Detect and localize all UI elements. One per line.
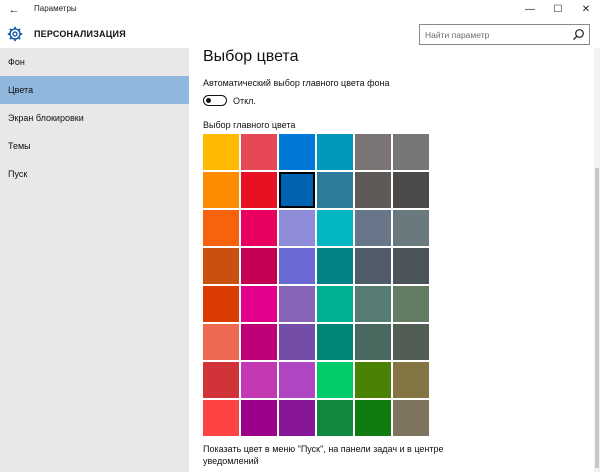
scrollbar-thumb[interactable] [595, 168, 599, 468]
color-swatch[interactable] [279, 248, 315, 284]
color-swatch[interactable] [317, 172, 353, 208]
sidebar-item-lock-screen[interactable]: Экран блокировки [0, 104, 189, 132]
show-color-option-label: Показать цвет в меню "Пуск", на панели з… [203, 444, 444, 466]
color-swatch[interactable] [241, 362, 277, 398]
section-title: Выбор цвета [203, 48, 299, 65]
color-swatch[interactable] [355, 286, 391, 322]
color-swatch[interactable] [279, 362, 315, 398]
color-swatch[interactable] [203, 134, 239, 170]
color-swatch[interactable] [393, 210, 429, 246]
gear-icon [7, 26, 23, 42]
auto-color-toggle[interactable] [203, 95, 227, 106]
color-swatch[interactable] [393, 248, 429, 284]
color-swatch[interactable] [279, 172, 315, 208]
search-placeholder: Найти параметр [425, 30, 490, 40]
color-swatch[interactable] [203, 172, 239, 208]
search-input[interactable]: Найти параметр [419, 24, 590, 45]
sidebar-item-themes[interactable]: Темы [0, 132, 189, 160]
color-swatch[interactable] [279, 400, 315, 436]
color-swatch[interactable] [241, 210, 277, 246]
color-swatch[interactable] [203, 362, 239, 398]
back-arrow-icon[interactable]: ← [6, 2, 22, 18]
color-swatch[interactable] [317, 210, 353, 246]
color-swatch[interactable] [355, 172, 391, 208]
color-swatch[interactable] [241, 248, 277, 284]
page-header: ПЕРСОНАЛИЗАЦИЯ Найти параметр [0, 20, 600, 48]
window-title: Параметры [34, 4, 77, 13]
sidebar-item-colors[interactable]: Цвета [0, 76, 189, 104]
color-swatch[interactable] [279, 324, 315, 360]
auto-color-label: Автоматический выбор главного цвета фона [203, 78, 390, 88]
color-swatch[interactable] [317, 286, 353, 322]
color-grid [203, 134, 430, 436]
sidebar-item-background[interactable]: Фон [0, 48, 189, 76]
color-swatch[interactable] [393, 172, 429, 208]
color-swatch[interactable] [279, 210, 315, 246]
color-swatch[interactable] [317, 324, 353, 360]
color-swatch[interactable] [317, 362, 353, 398]
color-swatch[interactable] [241, 172, 277, 208]
sidebar: Фон Цвета Экран блокировки Темы Пуск [0, 48, 189, 472]
maximize-button[interactable]: ☐ [544, 0, 572, 20]
color-swatch[interactable] [241, 286, 277, 322]
color-swatch[interactable] [355, 324, 391, 360]
color-swatch[interactable] [203, 400, 239, 436]
minimize-button[interactable]: — [516, 0, 544, 20]
color-swatch[interactable] [355, 210, 391, 246]
close-button[interactable]: ✕ [572, 0, 600, 20]
color-swatch[interactable] [355, 362, 391, 398]
color-swatch[interactable] [393, 134, 429, 170]
color-swatch[interactable] [279, 134, 315, 170]
color-swatch[interactable] [355, 248, 391, 284]
color-swatch[interactable] [393, 286, 429, 322]
color-swatch[interactable] [393, 362, 429, 398]
color-swatch[interactable] [355, 134, 391, 170]
color-swatch[interactable] [279, 286, 315, 322]
color-swatch[interactable] [241, 400, 277, 436]
title-bar: ← Параметры — ☐ ✕ [0, 0, 600, 20]
color-swatch[interactable] [203, 210, 239, 246]
color-swatch[interactable] [355, 400, 391, 436]
color-swatch[interactable] [203, 286, 239, 322]
color-swatch[interactable] [203, 248, 239, 284]
color-swatch[interactable] [241, 324, 277, 360]
color-swatch[interactable] [317, 248, 353, 284]
color-swatch[interactable] [317, 400, 353, 436]
toggle-knob [206, 97, 211, 103]
toggle-state-label: Откл. [233, 96, 256, 106]
search-icon[interactable] [572, 28, 585, 41]
main-content: Выбор цвета Автоматический выбор главног… [189, 48, 600, 472]
color-swatch[interactable] [203, 324, 239, 360]
color-swatch[interactable] [393, 324, 429, 360]
page-title: ПЕРСОНАЛИЗАЦИЯ [34, 29, 126, 39]
color-swatch[interactable] [393, 400, 429, 436]
sidebar-item-start[interactable]: Пуск [0, 160, 189, 188]
accent-color-label: Выбор главного цвета [203, 120, 296, 130]
color-swatch[interactable] [241, 134, 277, 170]
color-swatch[interactable] [317, 134, 353, 170]
scrollbar[interactable] [594, 48, 600, 472]
